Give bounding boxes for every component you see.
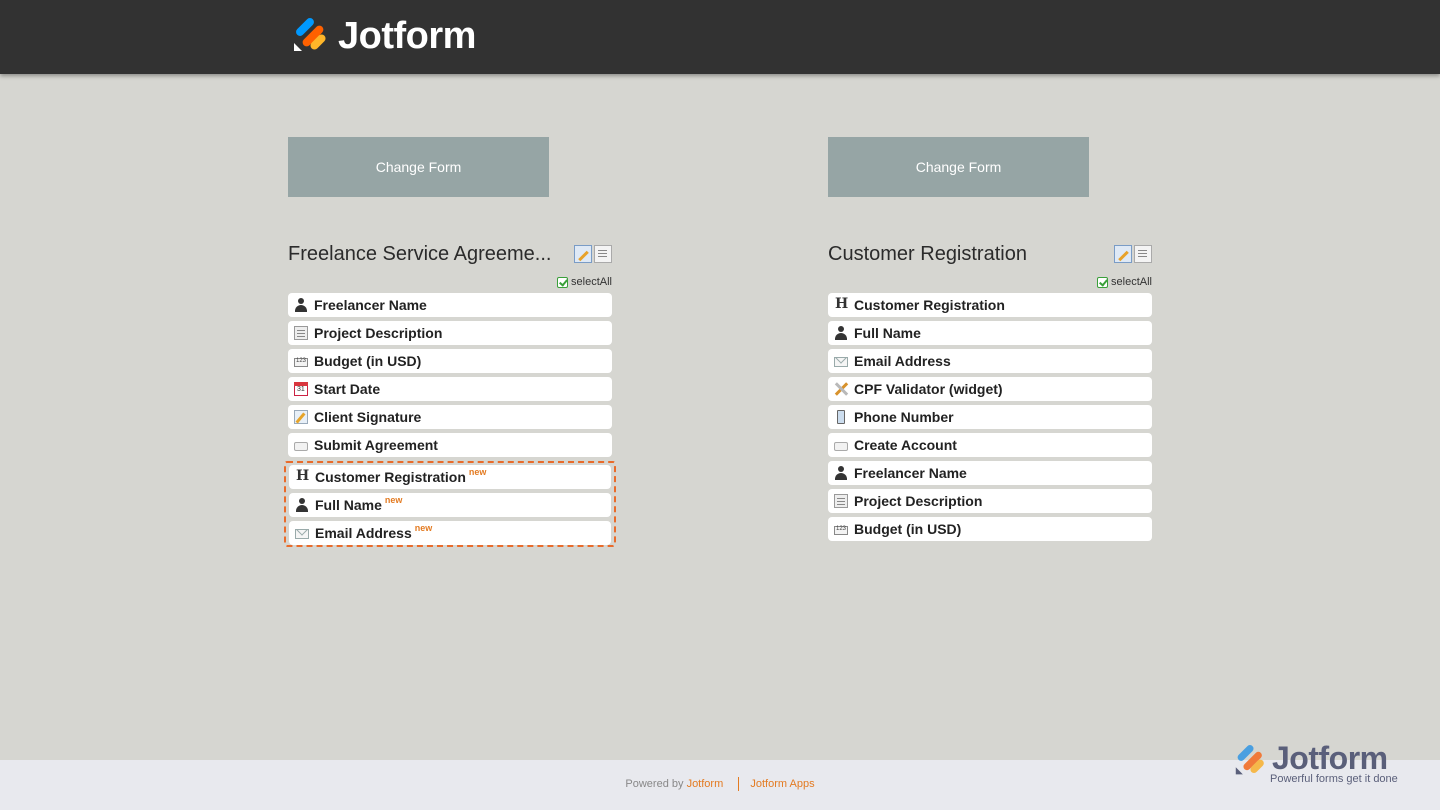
textarea-icon xyxy=(834,494,848,508)
field-label: Submit Agreement xyxy=(314,437,438,453)
field-item[interactable]: Freelancer Name xyxy=(828,461,1152,485)
field-label: Project Description xyxy=(854,493,983,509)
field-item[interactable]: Create Account xyxy=(828,433,1152,457)
jotform-logo-icon xyxy=(294,18,326,51)
right-form-actions xyxy=(1114,245,1152,263)
field-item[interactable]: Client Signature xyxy=(288,405,612,429)
number-icon xyxy=(834,525,848,535)
phone-icon xyxy=(837,410,845,424)
field-item-new[interactable]: Full Name new xyxy=(289,493,611,517)
button-icon xyxy=(294,441,308,451)
field-item[interactable]: Project Description xyxy=(828,489,1152,513)
field-label: CPF Validator (widget) xyxy=(854,381,1003,397)
change-form-button-right[interactable]: Change Form xyxy=(828,137,1089,197)
field-label: Create Account xyxy=(854,437,957,453)
field-item[interactable]: Project Description xyxy=(288,321,612,345)
field-label: Budget (in USD) xyxy=(854,521,962,537)
field-label: Email Address xyxy=(315,525,412,541)
left-field-list: Freelancer Name Project Description Budg… xyxy=(288,293,612,457)
field-item[interactable]: Budget (in USD) xyxy=(288,349,612,373)
footer-brand-name: Jotform xyxy=(1272,740,1388,776)
field-label: Phone Number xyxy=(854,409,954,425)
form-properties-icon[interactable] xyxy=(1134,245,1152,263)
new-badge: new xyxy=(468,467,487,477)
change-form-button-left[interactable]: Change Form xyxy=(288,137,549,197)
field-item-new[interactable]: Email Address new xyxy=(289,521,611,545)
form-properties-icon[interactable] xyxy=(594,245,612,263)
email-icon xyxy=(834,357,848,367)
field-item[interactable]: Freelancer Name xyxy=(288,293,612,317)
right-form-title: Customer Registration xyxy=(828,243,1027,265)
check-icon xyxy=(1097,276,1109,288)
person-icon xyxy=(295,498,309,512)
jotform-link[interactable]: Jotform xyxy=(687,778,724,790)
person-icon xyxy=(834,326,848,340)
jotform-logo-icon xyxy=(1235,745,1264,775)
field-label: Customer Registration xyxy=(854,297,1005,313)
field-label: Start Date xyxy=(314,381,381,397)
check-icon xyxy=(557,276,569,288)
jotform-logo[interactable]: Jotform xyxy=(292,14,476,57)
left-form-header: Freelance Service Agreeme... xyxy=(288,240,612,270)
left-form-actions xyxy=(574,245,612,263)
field-item[interactable]: Start Date xyxy=(288,377,612,401)
edit-form-icon[interactable] xyxy=(1114,245,1132,263)
select-all-label: selectAll xyxy=(571,276,612,288)
field-item[interactable]: CPF Validator (widget) xyxy=(828,377,1152,401)
footer-links: Powered by Jotform Jotform Apps xyxy=(0,777,1440,791)
field-label: Full Name xyxy=(315,497,382,513)
select-all-right[interactable]: selectAll xyxy=(828,275,1152,289)
field-label: Project Description xyxy=(314,325,443,341)
button-icon xyxy=(834,441,848,451)
right-form-panel: Change Form Customer Registration select… xyxy=(828,137,1158,545)
field-label: Full Name xyxy=(854,325,921,341)
field-item[interactable]: Full Name xyxy=(828,321,1152,345)
field-label: Budget (in USD) xyxy=(314,353,422,369)
left-form-title: Freelance Service Agreeme... xyxy=(288,243,552,265)
footer: Powered by Jotform Jotform Apps Jotform … xyxy=(0,740,1440,810)
select-all-left[interactable]: selectAll xyxy=(288,275,612,289)
right-field-list: Customer Registration Full Name Email Ad… xyxy=(828,293,1152,541)
textarea-icon xyxy=(294,326,308,340)
top-bar: Jotform xyxy=(0,0,1440,74)
footer-brand-logo[interactable]: Jotform Powerful forms get it done xyxy=(1234,740,1404,788)
field-label: Customer Registration xyxy=(315,469,466,485)
jotform-apps-link[interactable]: Jotform Apps xyxy=(750,778,814,790)
field-item[interactable]: Phone Number xyxy=(828,405,1152,429)
heading-icon xyxy=(295,468,309,484)
footer-brand-tagline: Powerful forms get it done xyxy=(1270,773,1398,785)
field-label: Client Signature xyxy=(314,409,422,425)
calendar-icon xyxy=(294,382,308,396)
new-badge: new xyxy=(414,523,433,533)
person-icon xyxy=(294,298,308,312)
right-form-header: Customer Registration xyxy=(828,240,1152,270)
field-item[interactable]: Customer Registration xyxy=(828,293,1152,317)
footer-separator xyxy=(738,777,740,791)
widget-icon xyxy=(834,382,848,396)
edit-form-icon[interactable] xyxy=(574,245,592,263)
powered-by-text: Powered by xyxy=(625,777,684,790)
number-icon xyxy=(294,357,308,367)
new-fields-group: Customer Registrationnew Full Namenew Em… xyxy=(284,461,616,547)
person-icon xyxy=(834,466,848,480)
left-form-panel: Change Form Freelance Service Agreeme...… xyxy=(284,137,618,547)
logo-text: Jotform xyxy=(338,14,476,57)
field-label: Freelancer Name xyxy=(314,297,427,313)
new-badge: new xyxy=(384,495,403,505)
field-item[interactable]: Budget (in USD) xyxy=(828,517,1152,541)
field-item[interactable]: Email Address xyxy=(828,349,1152,373)
heading-icon xyxy=(834,296,848,312)
signature-icon xyxy=(294,410,308,424)
field-item-new[interactable]: Customer Registrationnew xyxy=(289,465,611,489)
email-icon xyxy=(295,529,309,539)
select-all-label: selectAll xyxy=(1111,276,1152,288)
field-item[interactable]: Submit Agreement xyxy=(288,433,612,457)
field-label: Email Address xyxy=(854,353,951,369)
field-label: Freelancer Name xyxy=(854,465,967,481)
